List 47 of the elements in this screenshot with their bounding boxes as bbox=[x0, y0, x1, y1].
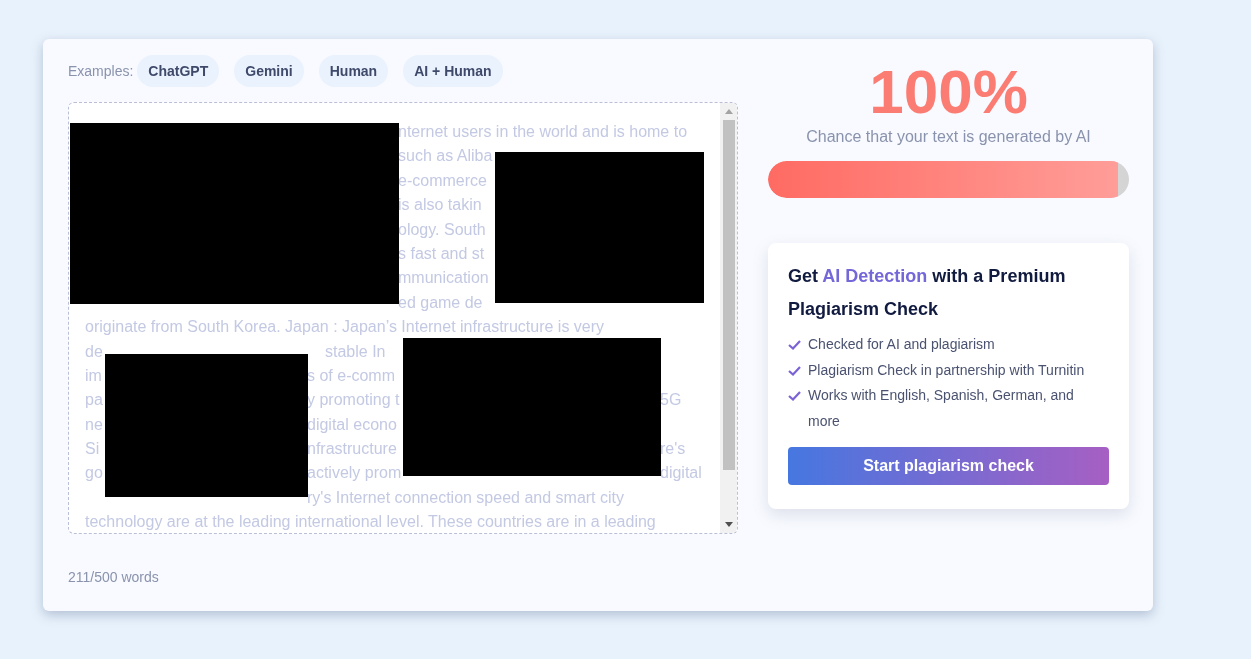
example-chip[interactable]: Gemini bbox=[234, 55, 304, 87]
body-text: digital econo bbox=[307, 414, 397, 435]
example-chip[interactable]: Human bbox=[318, 55, 389, 87]
body-text: de bbox=[85, 341, 103, 362]
body-text: nternet users in the world and is home to bbox=[398, 122, 688, 142]
scrollbar[interactable] bbox=[720, 103, 737, 533]
example-chip[interactable]: ChatGPT bbox=[137, 55, 220, 87]
check-icon bbox=[788, 340, 801, 350]
feature-text: Checked for AI and plagiarism bbox=[808, 335, 995, 354]
body-text: nfrastructure bbox=[307, 439, 397, 460]
body-text: ology. South bbox=[398, 219, 486, 240]
score-value: 100% bbox=[869, 57, 1028, 127]
body-text: is also takin bbox=[398, 195, 482, 216]
body-text: e-commerce bbox=[398, 170, 487, 191]
feature-text: Plagiarism Check in partnership with Turnitin bbox=[808, 360, 1085, 380]
scroll-up-icon[interactable] bbox=[724, 109, 733, 114]
feature-text: Works with English, Spanish, German, and more bbox=[808, 386, 1075, 431]
score-caption: Chance that your text is generated by AI bbox=[806, 127, 1091, 147]
body-text: digital bbox=[660, 463, 702, 484]
body-text: actively prom bbox=[307, 463, 402, 484]
body-text: such as Aliba bbox=[398, 146, 493, 167]
body-text: originate from South Korea. Japan : Japan’s Internet infrastructure is very bbox=[85, 317, 605, 338]
body-text: ry's Internet connection speed and smart city bbox=[307, 487, 624, 508]
start-check-button[interactable]: Start plagiarism check bbox=[788, 447, 1109, 485]
body-text: ed game de bbox=[398, 292, 483, 313]
body-text: stable In bbox=[325, 341, 386, 362]
body-text: ne bbox=[85, 414, 103, 435]
body-text: s fast and st bbox=[398, 243, 485, 264]
text-area[interactable] bbox=[68, 102, 738, 534]
body-text: pa bbox=[85, 390, 103, 411]
scroll-down-icon[interactable] bbox=[724, 522, 733, 527]
scrollbar-thumb[interactable] bbox=[722, 120, 735, 470]
body-text: Si bbox=[85, 439, 100, 460]
body-text: mmunication bbox=[398, 268, 489, 289]
body-text: technology are at the leading international level. These countries are in a leading bbox=[85, 512, 656, 533]
examples-label: Examples: bbox=[68, 61, 134, 81]
body-text: y promoting t bbox=[307, 390, 400, 411]
promo-title: Get AI Detection with a Premium Plagiarism Check bbox=[788, 265, 1067, 321]
example-chip[interactable]: AI + Human bbox=[403, 55, 503, 87]
body-text: 5G bbox=[660, 390, 682, 411]
body-text: im bbox=[85, 365, 102, 386]
check-icon bbox=[788, 391, 801, 401]
body-text: s of e-comm bbox=[307, 365, 395, 386]
check-icon bbox=[788, 365, 801, 376]
body-text: go bbox=[85, 463, 103, 484]
body-text: re's bbox=[660, 439, 686, 460]
word-count: 211/500 words bbox=[68, 568, 160, 587]
